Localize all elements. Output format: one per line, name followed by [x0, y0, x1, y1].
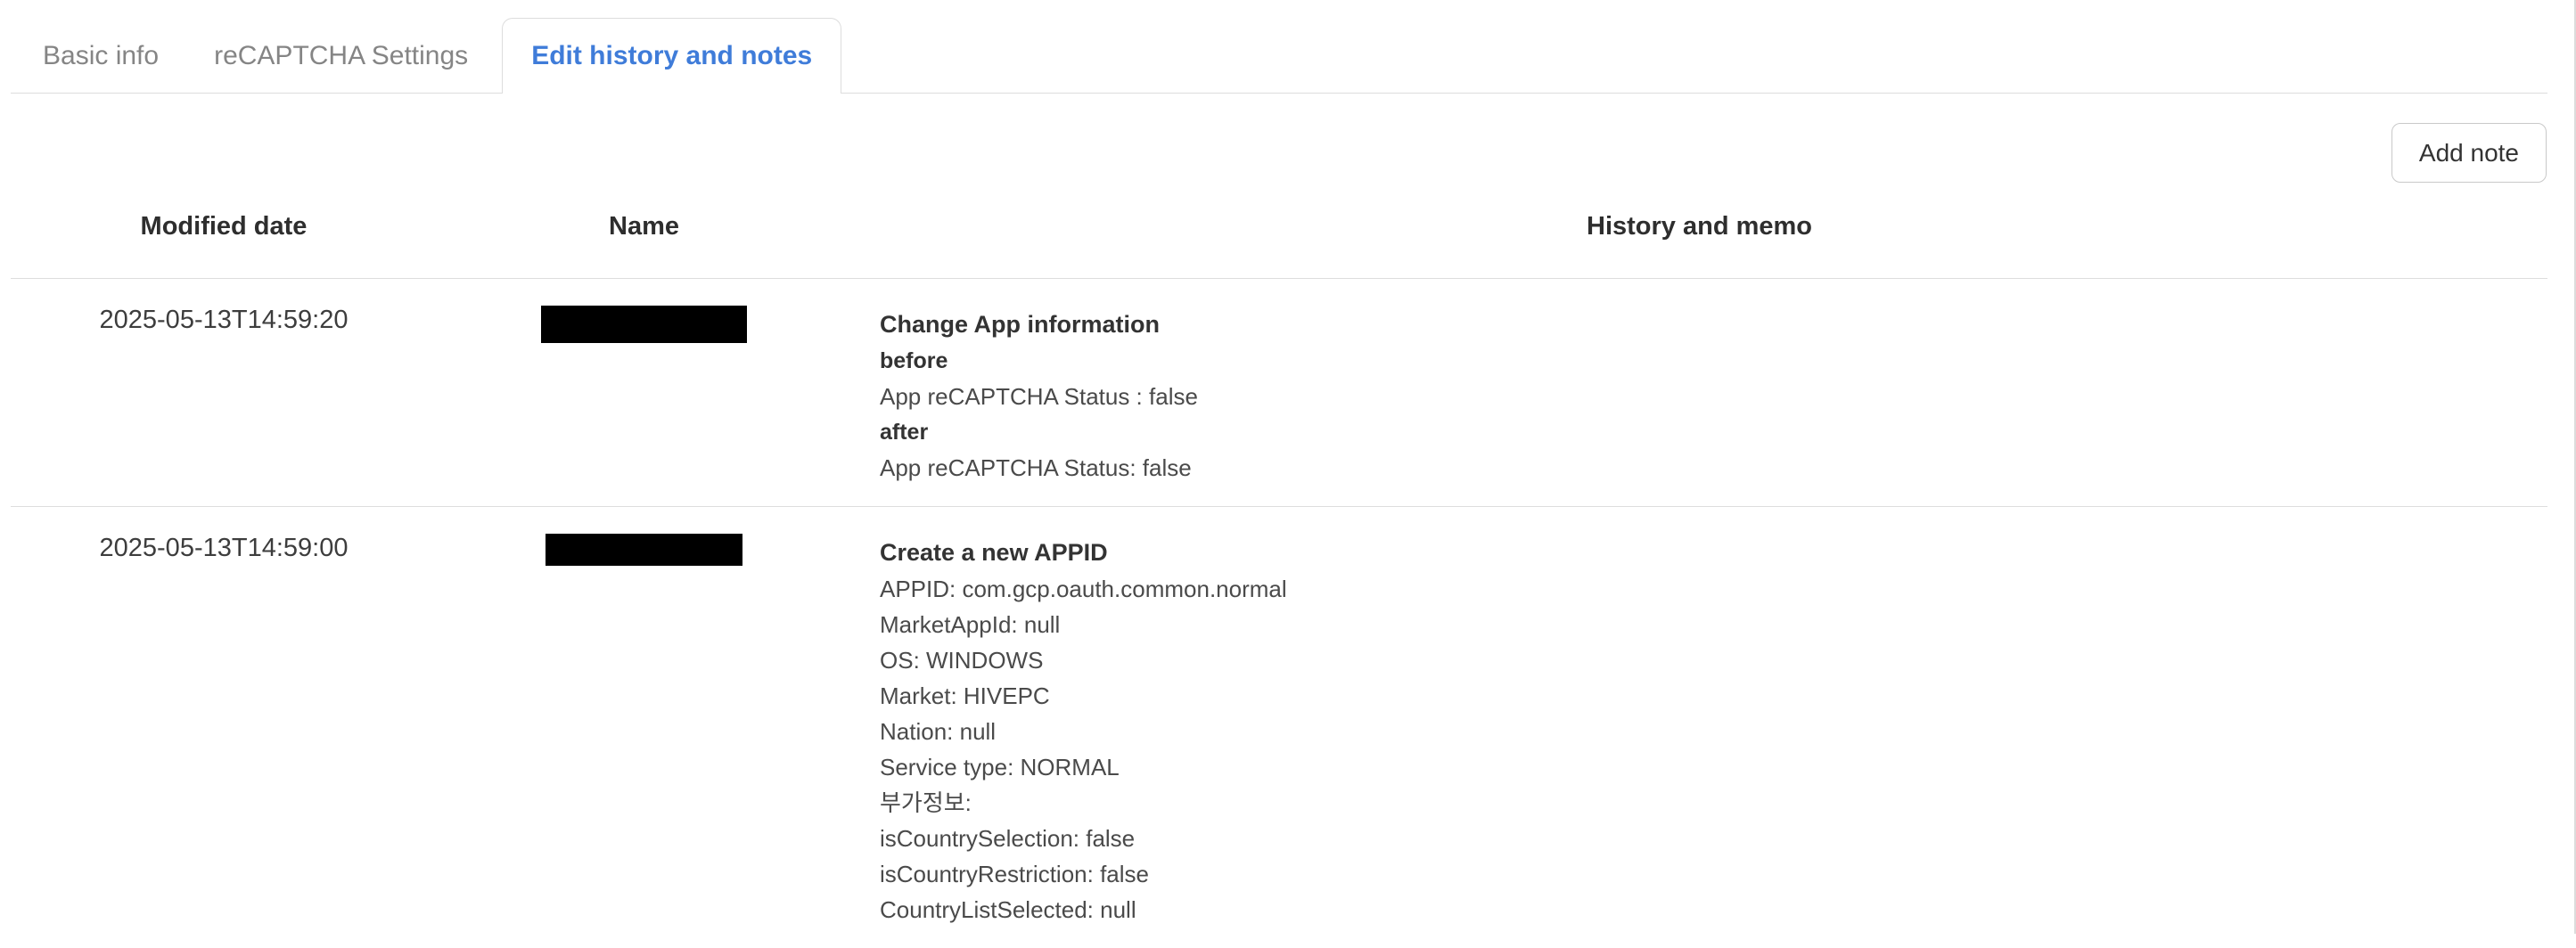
tab-bar: Basic info reCAPTCHA Settings Edit histo…	[11, 0, 2547, 94]
toolbar: Add note	[0, 94, 2576, 183]
history-memo-cell: Create a new APPID APPID: com.gcp.oauth.…	[851, 507, 2547, 948]
history-line: App reCAPTCHA Status: false	[880, 450, 2547, 486]
history-line: OS: WINDOWS	[880, 642, 2547, 678]
history-line: 부가정보:	[880, 785, 2547, 821]
column-header-modified-date: Modified date	[11, 187, 437, 279]
history-line: Service type: NORMAL	[880, 749, 2547, 785]
history-line: App reCAPTCHA Status : false	[880, 379, 2547, 414]
history-line: Market: HIVEPC	[880, 678, 2547, 714]
column-header-history-and-memo: History and memo	[851, 187, 2547, 279]
edit-history-table: Modified date Name History and memo 2025…	[11, 187, 2547, 948]
modified-date-value: 2025-05-13T14:59:00	[11, 507, 437, 948]
table-header-row: Modified date Name History and memo	[11, 187, 2547, 279]
tab-bar-divider	[11, 93, 2547, 94]
history-line: after	[880, 414, 2547, 450]
name-cell	[437, 507, 851, 948]
history-line: Nation: null	[880, 714, 2547, 749]
history-line: APPID: com.gcp.oauth.common.normal	[880, 571, 2547, 607]
redacted-name-block	[541, 306, 747, 343]
history-line: MarketAppId: null	[880, 607, 2547, 642]
add-note-button[interactable]: Add note	[2391, 123, 2547, 183]
redacted-name-block	[546, 534, 742, 566]
table-row: 2025-05-13T14:59:20 Change App informati…	[11, 279, 2547, 507]
tab-edit-history-and-notes[interactable]: Edit history and notes	[502, 18, 841, 94]
column-header-name: Name	[437, 187, 851, 279]
tab-recaptcha-settings[interactable]: reCAPTCHA Settings	[186, 19, 496, 94]
modified-date-value: 2025-05-13T14:59:20	[11, 279, 437, 507]
history-line: isCountryRestriction: false	[880, 856, 2547, 892]
history-memo-cell: Change App information before App reCAPT…	[851, 279, 2547, 507]
history-title: Create a new APPID	[880, 534, 2547, 571]
history-line: before	[880, 343, 2547, 379]
name-cell	[437, 279, 851, 507]
table-row: 2025-05-13T14:59:00 Create a new APPID A…	[11, 507, 2547, 948]
tab-basic-info[interactable]: Basic info	[15, 19, 186, 94]
history-title: Change App information	[880, 306, 2547, 343]
history-line: CountryListSelected: null	[880, 892, 2547, 928]
history-line: isCountrySelection: false	[880, 821, 2547, 856]
